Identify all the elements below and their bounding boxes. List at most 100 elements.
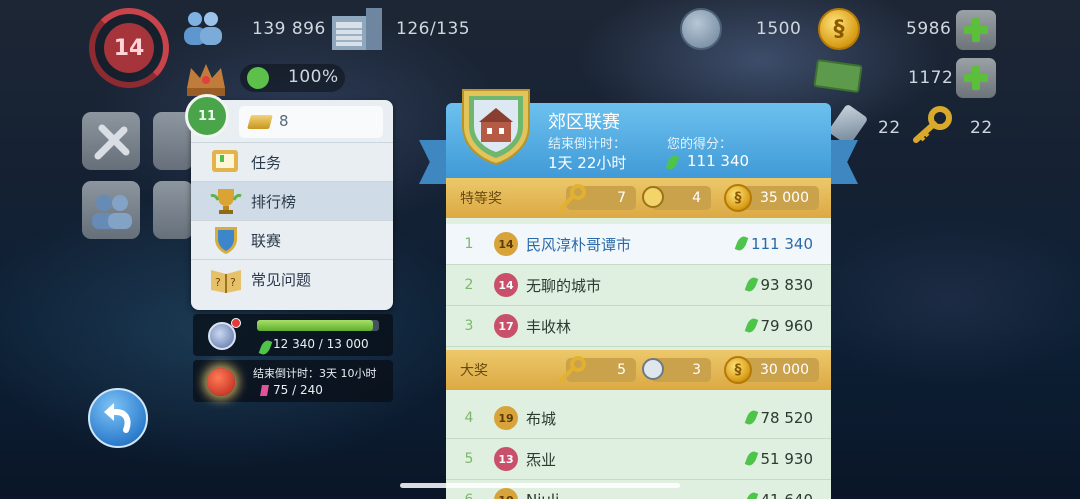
tools-button[interactable] — [82, 112, 140, 170]
war-item-icon — [827, 103, 869, 147]
league-shield-icon — [215, 227, 237, 254]
simoleon-icon: § — [724, 356, 752, 384]
event-box[interactable]: 结束倒计时：3天 10小时 75 / 240 — [193, 360, 393, 402]
happiness-icon — [247, 67, 269, 89]
city-score: 41 640 — [744, 490, 813, 499]
svg-text:?: ? — [230, 276, 236, 289]
simoleon-icon: § — [724, 184, 752, 212]
menu-level-badge: 11 — [185, 94, 229, 138]
score-leaf-icon — [665, 153, 682, 172]
tier-row: 特等奖 7 4 35 000 § — [446, 178, 831, 218]
menu-item-tasks[interactable]: 任务 — [191, 142, 393, 181]
countdown-label: 结束倒计时： — [548, 137, 627, 152]
game-controller-button[interactable] — [153, 181, 193, 239]
golden-key-icon — [910, 106, 954, 146]
level-badge: 14 — [104, 23, 154, 73]
tier-label: 特等奖 — [460, 191, 502, 207]
score-value: 111 340 — [687, 152, 750, 170]
simoleon-value: 5986 — [906, 19, 952, 39]
event-countdown: 结束倒计时：3天 10小时 — [253, 367, 377, 380]
progress-bar-track — [257, 320, 379, 331]
menu-item-leaderboard[interactable]: 排行榜 — [191, 181, 393, 220]
event-count: 75 / 240 — [273, 383, 323, 397]
trophy-icon — [210, 189, 242, 214]
token-counter: 8 — [239, 106, 383, 138]
level-badge: 10 — [494, 488, 518, 499]
menu-item-faq[interactable]: ?? 常见问题 — [191, 259, 393, 298]
menu-item-label: 常见问题 — [251, 270, 312, 289]
menu-item-label: 联赛 — [251, 231, 282, 250]
items-value: 22 — [878, 118, 901, 138]
level-badge: 13 — [494, 447, 518, 471]
level-badge: 19 — [494, 406, 518, 430]
gold-bar-icon — [247, 115, 273, 129]
vip-crown-icon[interactable] — [183, 58, 229, 98]
key-icon — [559, 356, 586, 383]
stopwatch-icon — [642, 186, 664, 208]
level-ring[interactable]: 14 — [89, 8, 169, 88]
friends-button[interactable] — [82, 181, 140, 239]
tier-row: 大奖 5 3 30 000 § — [446, 350, 831, 390]
menu-item-label: 排行榜 — [251, 192, 297, 211]
countdown-value: 1天 22小时 — [548, 154, 627, 172]
home-indicator[interactable] — [400, 483, 680, 488]
table-row[interactable]: 5 13 炁业 51 930 — [446, 439, 831, 480]
add-simcash-button[interactable] — [956, 58, 996, 98]
city-name: 丰收林 — [526, 317, 572, 336]
back-arrow-icon — [104, 403, 131, 433]
level-badge: 17 — [494, 314, 518, 338]
city-name: 布城 — [526, 409, 557, 428]
storage-value: 126/135 — [396, 19, 471, 39]
neosimoleon-icon — [680, 8, 722, 50]
rank-number: 2 — [464, 277, 474, 293]
league-shield-badge — [459, 86, 533, 166]
table-row[interactable]: 2 14 无聊的城市 93 830 — [446, 265, 831, 306]
city-score: 78 520 — [744, 408, 813, 427]
table-row[interactable]: 4 19 布城 78 520 — [446, 398, 831, 439]
rank-number: 4 — [464, 410, 474, 426]
city-score: 51 930 — [744, 449, 813, 468]
back-button[interactable] — [88, 388, 148, 448]
add-simoleons-button[interactable] — [956, 10, 996, 50]
table-row[interactable]: 3 17 丰收林 79 960 — [446, 306, 831, 347]
rank-number: 3 — [464, 318, 474, 334]
storage-icon[interactable] — [330, 6, 386, 52]
neosimoleon-value: 1500 — [756, 19, 802, 39]
city-name: Niuli — [526, 491, 559, 499]
dropdown-menu: 11 8 任务 排行榜 联赛 ?? 常见问题 — [185, 94, 393, 310]
keys-value: 22 — [970, 118, 993, 138]
notification-dot — [231, 318, 241, 328]
level-badge: 14 — [494, 273, 518, 297]
rank-number: 1 — [464, 236, 474, 252]
tier-label: 大奖 — [460, 363, 488, 379]
key-icon — [559, 184, 586, 211]
simoleon-icon: § — [818, 8, 860, 50]
rank-number: 6 — [456, 488, 482, 499]
happiness-value: 100% — [288, 67, 339, 87]
city-name: 无聊的城市 — [526, 276, 602, 295]
event-gem-icon — [260, 385, 269, 396]
level-badge: 14 — [494, 232, 518, 256]
stopwatch-icon — [642, 358, 664, 380]
token-count: 8 — [279, 112, 289, 130]
event-ball-icon — [207, 368, 235, 396]
city-name: 民风淳朴哥谭市 — [526, 235, 632, 254]
progress-text: 12 340 / 13 000 — [273, 337, 369, 351]
city-score: 79 960 — [744, 316, 813, 335]
faq-book-icon: ?? — [211, 270, 241, 293]
league-title: 郊区联赛 — [548, 112, 620, 133]
leaderboard-panel: 特等奖 7 4 35 000 § 1 14 民风淳朴哥谭市 111 340 2 … — [446, 178, 831, 499]
simcash-icon — [813, 58, 863, 94]
score-label: 您的得分： — [667, 137, 733, 152]
task-icon — [212, 150, 238, 172]
progress-bar-fill — [257, 320, 373, 331]
table-row[interactable]: 1 14 民风淳朴哥谭市 111 340 — [446, 224, 831, 265]
menu-item-league[interactable]: 联赛 — [191, 220, 393, 259]
menu-item-label: 任务 — [251, 153, 282, 172]
simcash-value: 1172 — [908, 68, 954, 88]
population-icon — [178, 8, 228, 48]
city-score: 93 830 — [744, 275, 813, 294]
svg-text:?: ? — [215, 276, 221, 289]
progress-box[interactable]: 12 340 / 13 000 — [193, 314, 393, 357]
city-name: 炁业 — [526, 450, 557, 469]
